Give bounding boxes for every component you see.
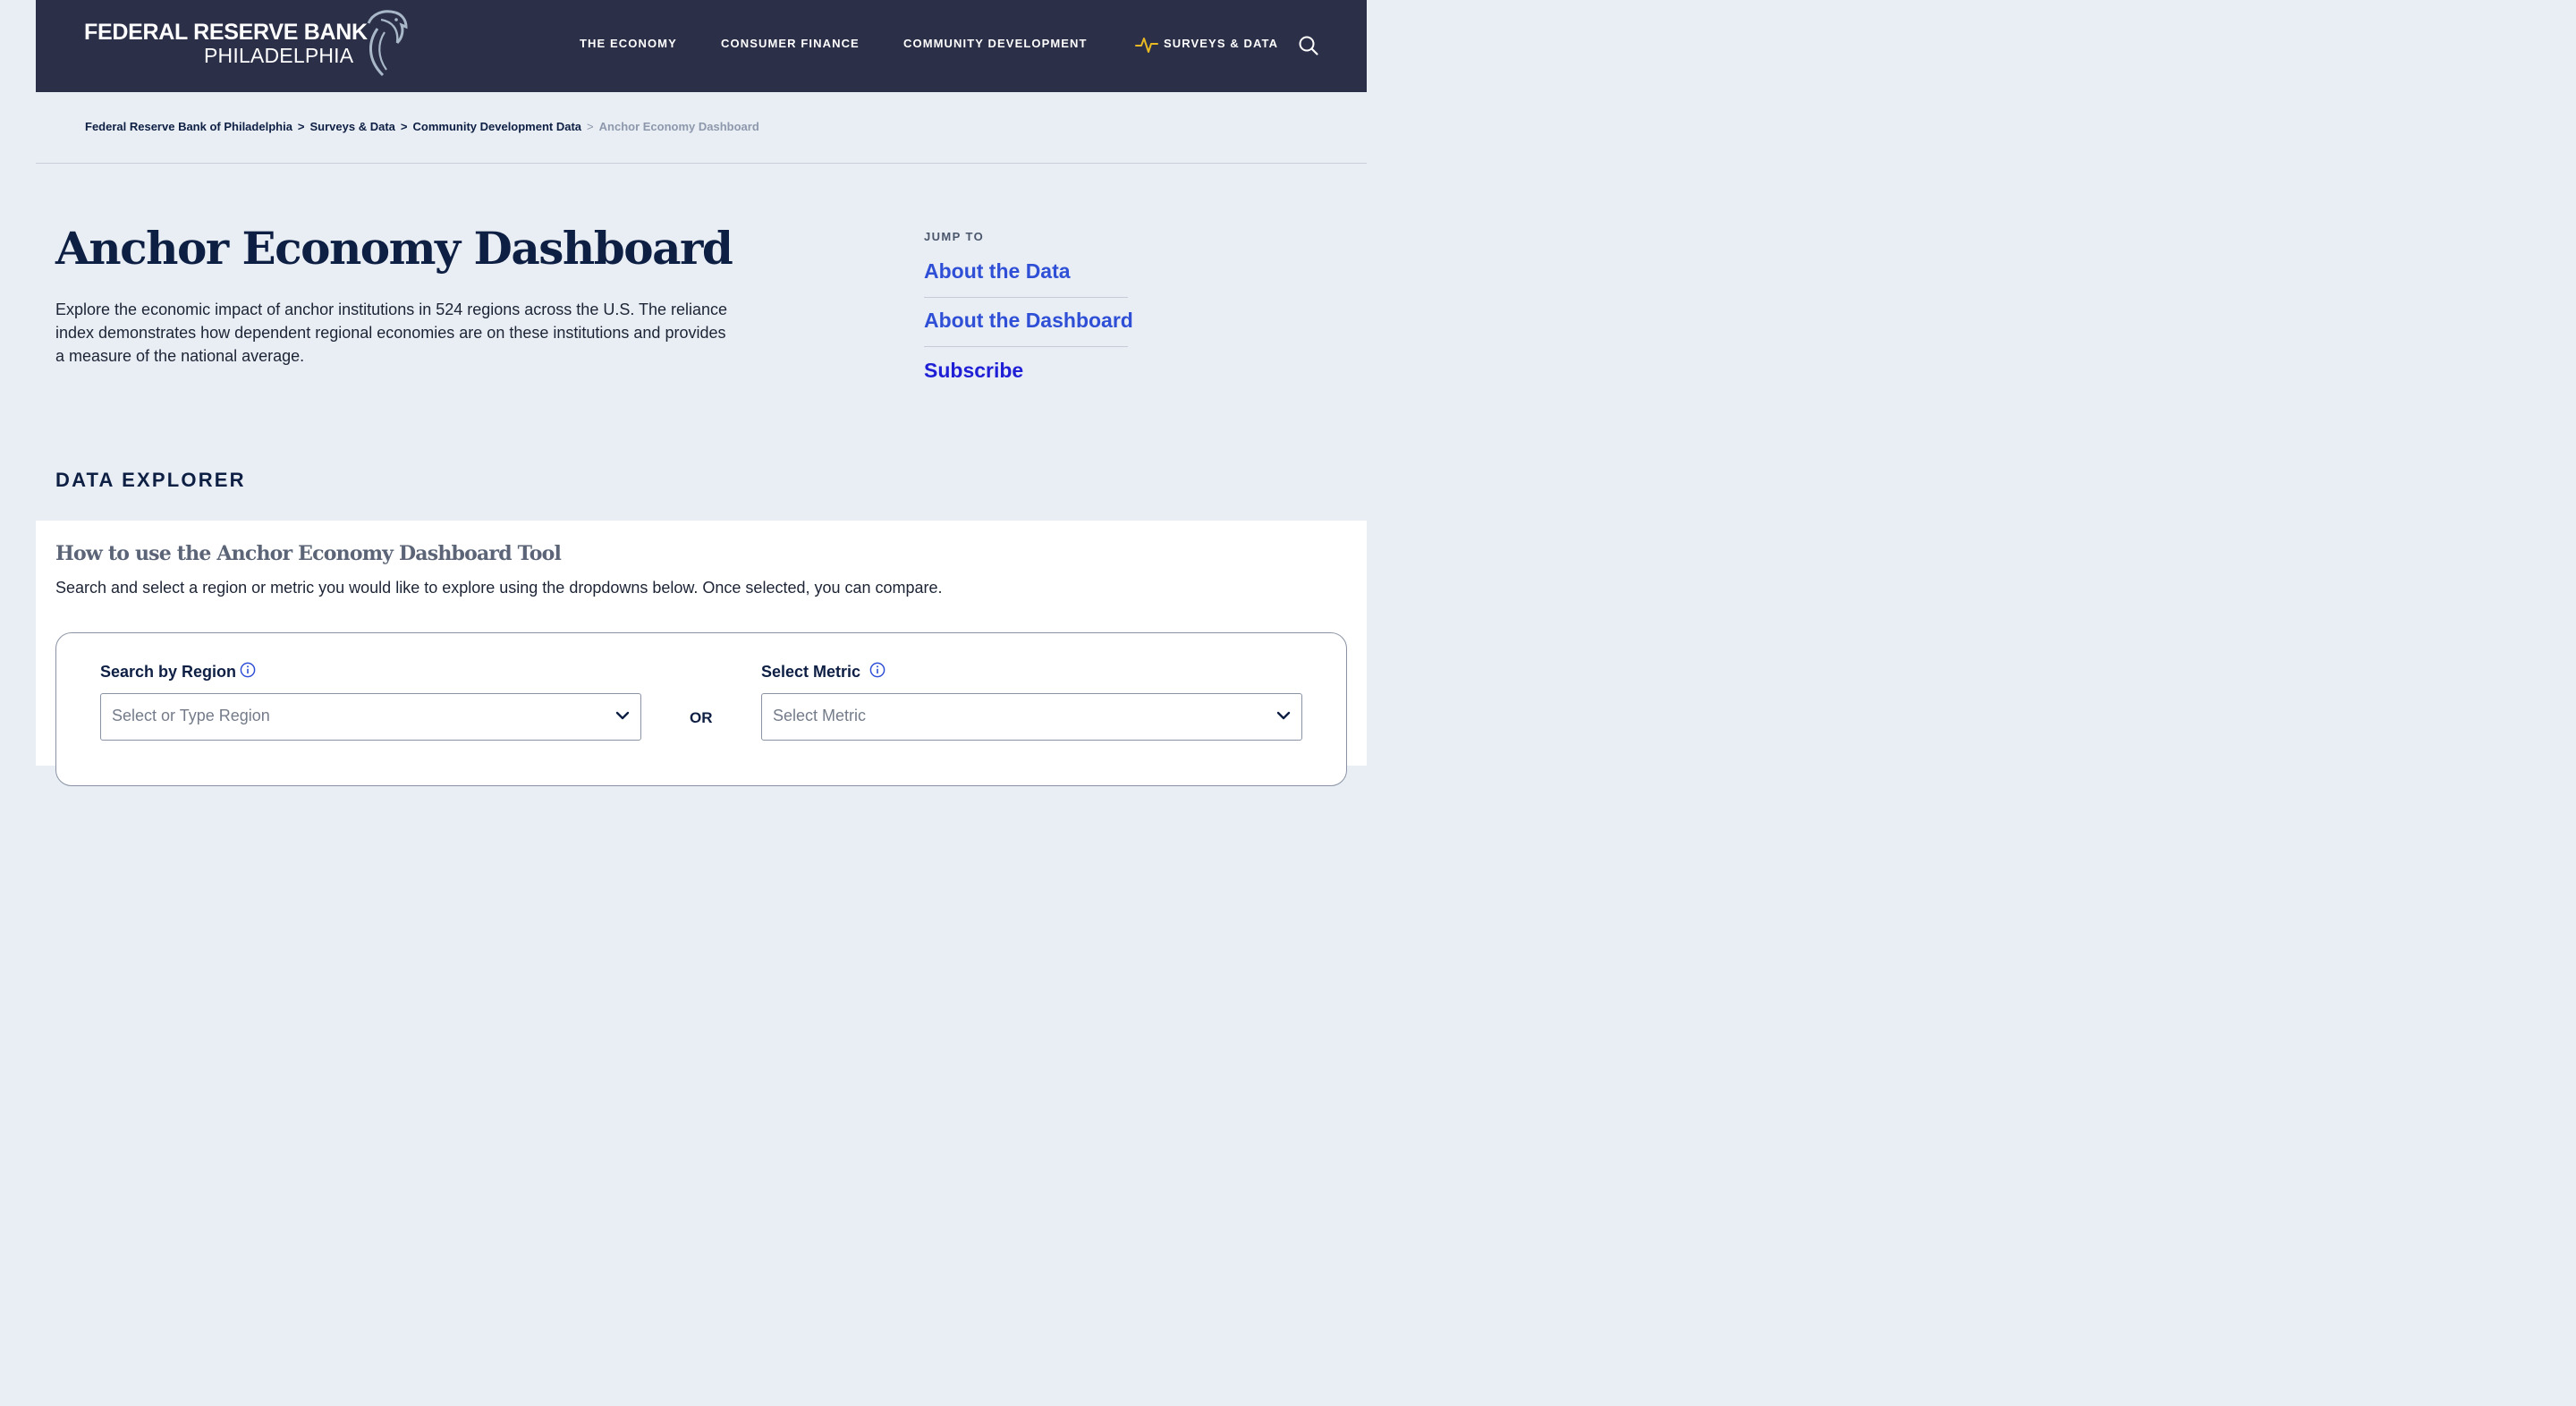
region-select-placeholder: Select or Type Region bbox=[112, 707, 270, 724]
breadcrumb-separator: > bbox=[400, 120, 408, 133]
jump-link-subscribe[interactable]: Subscribe bbox=[924, 359, 1023, 383]
chevron-down-icon bbox=[615, 711, 630, 720]
divider bbox=[924, 297, 1128, 298]
metric-select-placeholder: Select Metric bbox=[773, 707, 867, 724]
info-icon[interactable] bbox=[240, 662, 256, 678]
nav-the-economy[interactable]: THE ECONOMY bbox=[580, 37, 677, 50]
pulse-icon bbox=[1135, 38, 1158, 53]
nav-consumer-finance[interactable]: CONSUMER FINANCE bbox=[721, 37, 860, 50]
metric-label: Select Metric bbox=[761, 663, 861, 681]
breadcrumb-separator: > bbox=[297, 120, 305, 133]
nav-community-development[interactable]: COMMUNITY DEVELOPMENT bbox=[903, 37, 1088, 50]
page-title: Anchor Economy Dashboard bbox=[55, 222, 733, 275]
breadcrumb-separator: > bbox=[587, 120, 594, 133]
divider bbox=[36, 163, 1367, 164]
info-icon[interactable] bbox=[869, 662, 886, 678]
search-icon[interactable] bbox=[1298, 35, 1319, 56]
section-heading-data-explorer: DATA EXPLORER bbox=[55, 469, 246, 491]
breadcrumb-community-development-data[interactable]: Community Development Data bbox=[413, 120, 582, 133]
breadcrumb: Federal Reserve Bank of Philadelphia > Sur… bbox=[85, 120, 759, 133]
logo-text-bank[interactable]: FEDERAL RESERVE BANK bbox=[84, 20, 368, 46]
chevron-down-icon bbox=[1276, 711, 1291, 720]
logo-text-city[interactable]: PHILADELPHIA bbox=[204, 44, 353, 68]
intro-text: Explore the economic impact of anchor in… bbox=[55, 301, 728, 365]
jump-to-label: JUMP TO bbox=[924, 230, 985, 243]
howto-title: How to use the Anchor Economy Dashboard … bbox=[55, 542, 562, 565]
region-select[interactable]: Select or Type Region bbox=[100, 693, 641, 741]
region-label: Search by Region bbox=[100, 663, 237, 681]
or-label: OR bbox=[690, 709, 713, 726]
jump-link-about-dashboard[interactable]: About the Dashboard bbox=[924, 309, 1133, 333]
divider bbox=[924, 346, 1128, 347]
breadcrumb-surveys-data[interactable]: Surveys & Data bbox=[310, 120, 395, 133]
jump-link-about-data[interactable]: About the Data bbox=[924, 259, 1071, 284]
breadcrumb-current: Anchor Economy Dashboard bbox=[598, 120, 759, 133]
howto-description: Search and select a region or metric you… bbox=[55, 579, 943, 597]
site-header: FEDERAL RESERVE BANK PHILADELPHIA THE EC… bbox=[36, 0, 1367, 92]
nav-surveys-data[interactable]: SURVEYS & DATA bbox=[1164, 37, 1278, 50]
metric-select[interactable]: Select Metric bbox=[761, 693, 1302, 741]
eagle-logo-icon[interactable] bbox=[360, 4, 410, 79]
breadcrumb-home[interactable]: Federal Reserve Bank of Philadelphia bbox=[85, 120, 292, 133]
